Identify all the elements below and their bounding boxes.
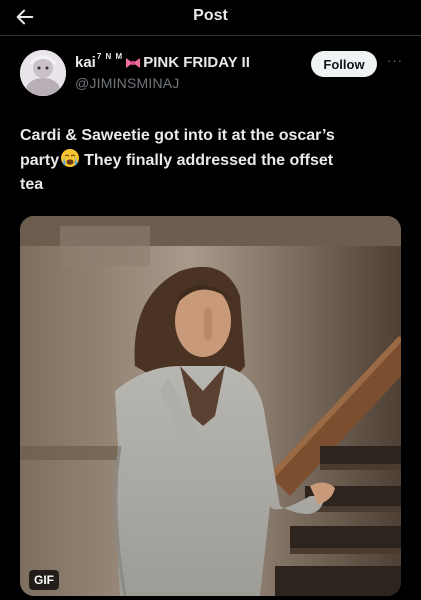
post-text-line-2-rest: They finally addressed the offset: [84, 152, 334, 169]
author-name-prefix: kai: [75, 54, 96, 71]
post-media-gif[interactable]: [20, 216, 401, 596]
author-name-superscript: 7 N M: [96, 52, 124, 61]
author-handle[interactable]: @JIMINSMINAJ: [75, 75, 180, 91]
avatar[interactable]: [20, 50, 66, 96]
post-text-line-3: tea: [20, 176, 44, 193]
crying-face-icon: [60, 148, 80, 168]
top-bar: Post: [0, 0, 421, 34]
page-title: Post: [193, 7, 228, 24]
follow-button[interactable]: Follow: [311, 51, 377, 77]
author-name[interactable]: kai 7 N M PINK FRIDAY II: [75, 52, 250, 71]
post-text-line-1: Cardi & Saweetie got into it at the osca…: [20, 127, 335, 144]
gif-frame: [20, 216, 401, 596]
gif-badge: GIF: [29, 570, 59, 590]
pink-bow-icon: [125, 56, 141, 70]
author-name-suffix: PINK FRIDAY II: [143, 54, 250, 71]
more-options-icon[interactable]: ···: [385, 53, 405, 69]
post-text: Cardi & Saweetie got into it at the osca…: [20, 124, 405, 197]
post-text-line-2: party They finally addressed the offset: [20, 148, 405, 173]
header-divider: [0, 35, 421, 36]
post-text-word-party: party: [20, 152, 60, 169]
